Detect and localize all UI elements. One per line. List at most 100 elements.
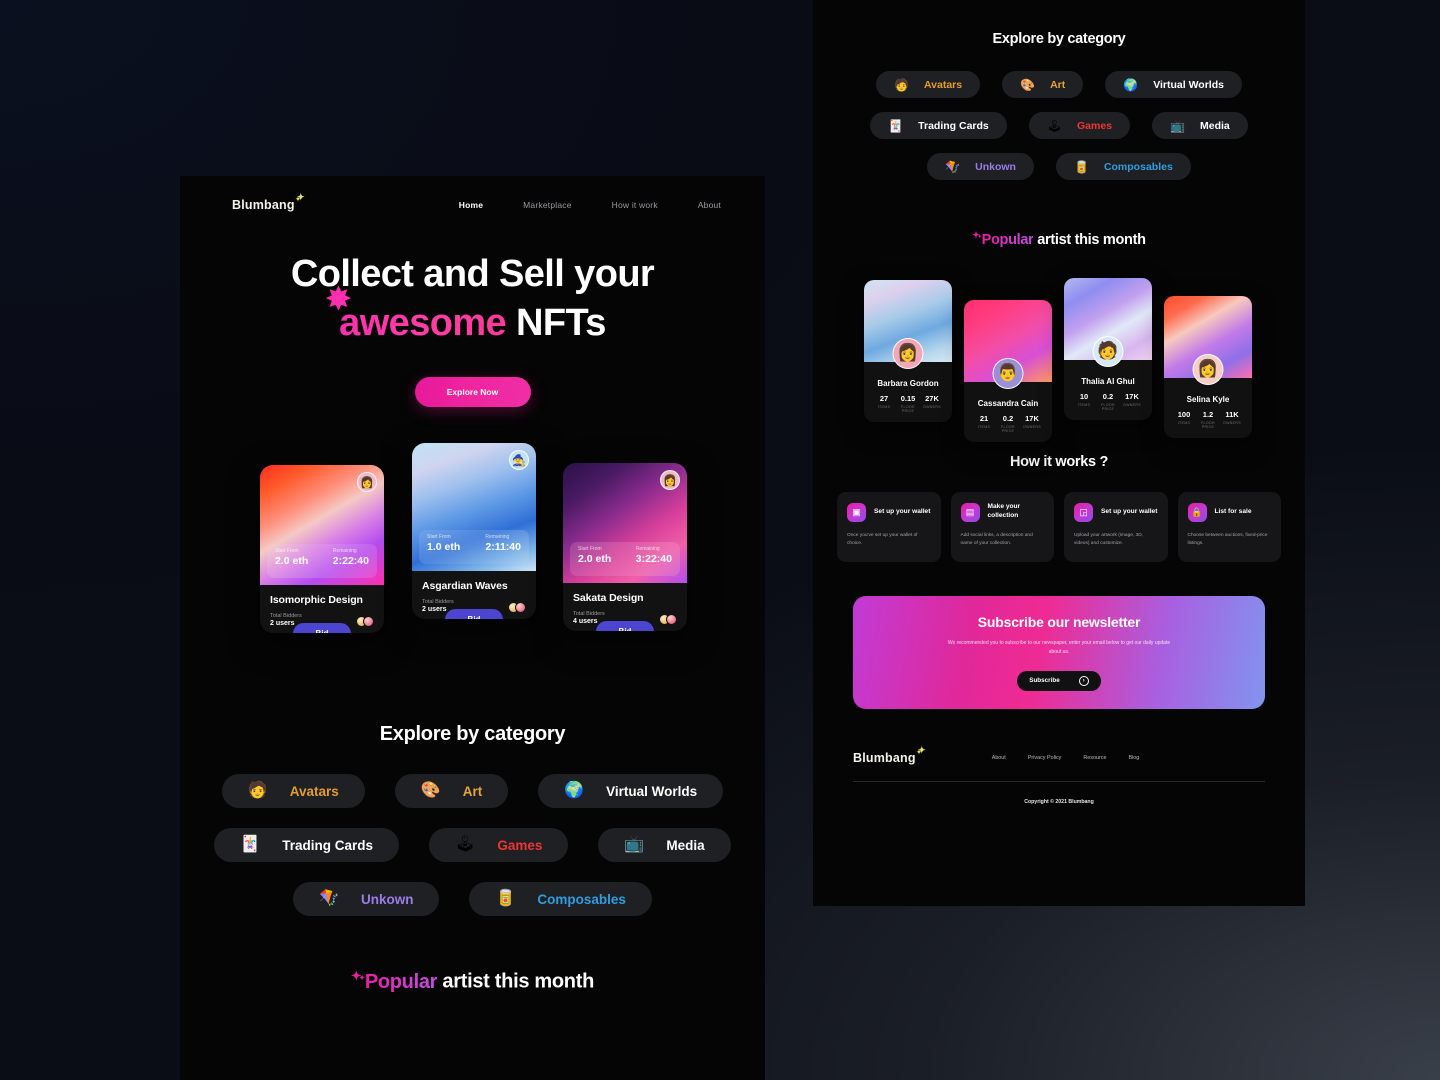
bid-button[interactable]: Bid [596, 621, 654, 632]
nft-card-list: 👩 Start From 2.0 eth Remaining 2:22:40 I… [180, 443, 765, 673]
category-chip-label: Avatars [923, 78, 963, 91]
category-heading: Explore by category [992, 31, 1126, 47]
arrow-right-icon: › [1078, 675, 1089, 686]
artist-name: Selina Kyle [1186, 394, 1230, 404]
category-chip-media[interactable]: 📺 Media [1152, 112, 1248, 139]
brand-logo[interactable]: Blumbang ✦ ✦ [232, 193, 305, 213]
how-it-works-desc: Add social links, a description and name… [960, 532, 1033, 547]
category-chip-games[interactable]: 🕹 Games [1028, 112, 1131, 139]
owners-label: OWNERS [923, 404, 941, 409]
bid-button[interactable]: Bid [293, 623, 351, 634]
nft-price-overlay: Start From 1.0 eth Remaining 2:11:40 [419, 530, 529, 565]
footer-divider [853, 780, 1265, 782]
items-label: ITEMS [1077, 402, 1091, 407]
nav-item-home[interactable]: Home [459, 200, 483, 210]
creator-avatar: 👩 [660, 470, 680, 491]
category-chip-virtual-worlds[interactable]: 🌍 Virtual Worlds [1105, 71, 1242, 98]
hero-line-2-tail: NFTs [506, 301, 606, 344]
nft-title: Sakata Design [573, 592, 644, 605]
nav-item-about[interactable]: About [698, 200, 721, 210]
nft-body: Isomorphic Design Total Bidders 2 users … [260, 585, 384, 634]
artist-owners-value: 17K [1025, 413, 1039, 423]
category-chip-label: Composables [1103, 160, 1173, 173]
sparkle-small-icon: ✦ [977, 234, 982, 240]
footer-brand-logo[interactable]: Blumbang ✦ ✦ [853, 745, 926, 765]
brand-name: Blumbang [853, 750, 916, 765]
how-it-works-desc: Once you've set up your wallet of choice… [847, 532, 918, 547]
artist-floor-value: 0.15 [900, 393, 916, 403]
category-chip-trading-cards[interactable]: 🃏 Trading Cards [214, 828, 400, 863]
category-chip-composables[interactable]: 🥫 Composables [1055, 153, 1191, 180]
nft-card[interactable]: 👩 Start From 2.0 eth Remaining 2:22:40 I… [260, 465, 384, 634]
sparkle-burst-icon: ✸ [325, 282, 351, 316]
artist-owners-value: 11K [1225, 409, 1239, 419]
nav-item-how-it-work[interactable]: How it work [612, 200, 658, 210]
category-heading: Explore by category [379, 723, 566, 746]
category-chip-unkown[interactable]: 🪁 Unkown [927, 153, 1034, 180]
trading-cards-emoji-icon: 🃏 [888, 118, 904, 133]
artist-owners-value: 17K [1125, 391, 1139, 401]
subscribe-button[interactable]: Subscribe › [1017, 670, 1101, 691]
nft-artwork: 👩 Start From 2.0 eth Remaining 3:22:40 [563, 463, 687, 584]
hero-accent-word: awesome [339, 301, 507, 344]
explore-now-button[interactable]: Explore Now [414, 377, 531, 408]
category-chip-composables[interactable]: 🥫 Composables [469, 882, 652, 917]
category-chip-avatars[interactable]: 🧑 Avatars [876, 71, 981, 98]
nft-remaining: 3:22:40 [635, 553, 672, 566]
how-it-works-desc: Upload your artwork (image, 3D, videos) … [1074, 532, 1144, 547]
how-it-works-title: Set up your wallet [874, 507, 931, 515]
avatars-emoji-icon: 🧑 [894, 77, 909, 92]
how-it-works-heading: How it works ? [1009, 453, 1109, 470]
how-it-works-card[interactable]: ◲ Set up your wallet Upload your artwork… [1064, 491, 1168, 562]
start-from-label: Start From [578, 546, 602, 553]
artist-avatar: 🧑 [1092, 335, 1124, 367]
artist-card[interactable]: 🧑 Thalia Al Ghul 10 ITEMS 0.2 FLOOR PRICE … [1064, 277, 1152, 420]
how-it-works-title: List for sale [1214, 507, 1252, 515]
games-emoji-icon: 🕹 [455, 836, 476, 854]
how-it-works-card[interactable]: 🔒 List for sale Choose between auctions,… [1177, 491, 1281, 562]
category-chip-virtual-worlds[interactable]: 🌍 Virtual Worlds [538, 774, 724, 809]
footer-link-resource[interactable]: Resource [1083, 755, 1106, 761]
artist-owners-value: 27K [925, 393, 939, 403]
nft-card[interactable]: 👩 Start From 2.0 eth Remaining 3:22:40 S… [563, 463, 687, 632]
artist-name: Cassandra Cain [977, 398, 1039, 408]
artist-stats: 21 ITEMS 0.2 FLOOR PRICE 17K OWNERS [969, 414, 1047, 433]
category-chip-games[interactable]: 🕹 Games [429, 828, 569, 863]
floor-price-label: FLOOR PRICE [1001, 424, 1015, 433]
footer-link-blog[interactable]: Blog [1128, 755, 1139, 761]
artist-card[interactable]: 👩 Barbara Gordon 27 ITEMS 0.15 FLOOR PRICE… [864, 279, 952, 422]
category-chip-trading-cards[interactable]: 🃏 Trading Cards [870, 112, 1007, 139]
items-label: ITEMS [977, 424, 991, 429]
category-chip-label: Unkown [975, 160, 1016, 173]
category-chip-art[interactable]: 🎨 Art [394, 774, 509, 809]
category-chip-label: Media [666, 837, 705, 853]
artist-card[interactable]: 👨 Cassandra Cain 21 ITEMS 0.2 FLOOR PRICE … [964, 299, 1052, 442]
how-it-works-card[interactable]: ▣ Set up your wallet Once you've set up … [837, 491, 941, 562]
category-chip-label: Virtual Worlds [1153, 78, 1224, 91]
nft-body: Asgardian Waves Total Bidders 2 users Bi… [412, 571, 536, 620]
remaining-label: Remaining [635, 546, 660, 553]
footer-link-about[interactable]: About [992, 755, 1006, 761]
artist-card[interactable]: 👩 Selina Kyle 100 ITEMS 1.2 FLOOR PRICE 11… [1164, 295, 1252, 438]
artist-stats: 27 ITEMS 0.15 FLOOR PRICE 27K OWNERS [869, 394, 947, 413]
bidder-avatars [659, 614, 677, 626]
popular-accent-word: Popular [364, 970, 438, 993]
brand-name: Blumbang [232, 198, 295, 212]
category-chip-label: Trading Cards [918, 119, 989, 132]
artist-avatar: 👩 [892, 337, 924, 369]
collection-icon: ▤ [960, 502, 980, 522]
bid-button[interactable]: Bid [445, 609, 503, 620]
how-it-works-card[interactable]: ▤ Make your collection Add social links,… [950, 491, 1054, 562]
category-chip-avatars[interactable]: 🧑 Avatars [221, 774, 365, 809]
bidder-avatars [356, 616, 374, 628]
artist-stats: 100 ITEMS 1.2 FLOOR PRICE 11K OWNERS [1169, 410, 1247, 429]
category-chip-media[interactable]: 📺 Media [598, 828, 731, 863]
category-chip-unkown[interactable]: 🪁 Unkown [293, 882, 440, 917]
category-chip-art[interactable]: 🎨 Art [1002, 71, 1084, 98]
how-it-works-title: Set up your wallet [1101, 507, 1158, 515]
nft-card[interactable]: 🧙 Start From 1.0 eth Remaining 2:11:40 A… [412, 443, 536, 620]
nav-item-marketplace[interactable]: Marketplace [523, 200, 572, 210]
category-chip-label: Media [1200, 119, 1230, 132]
start-from-label: Start From [427, 534, 451, 541]
footer-link-privacy-policy[interactable]: Privacy Policy [1028, 755, 1062, 761]
